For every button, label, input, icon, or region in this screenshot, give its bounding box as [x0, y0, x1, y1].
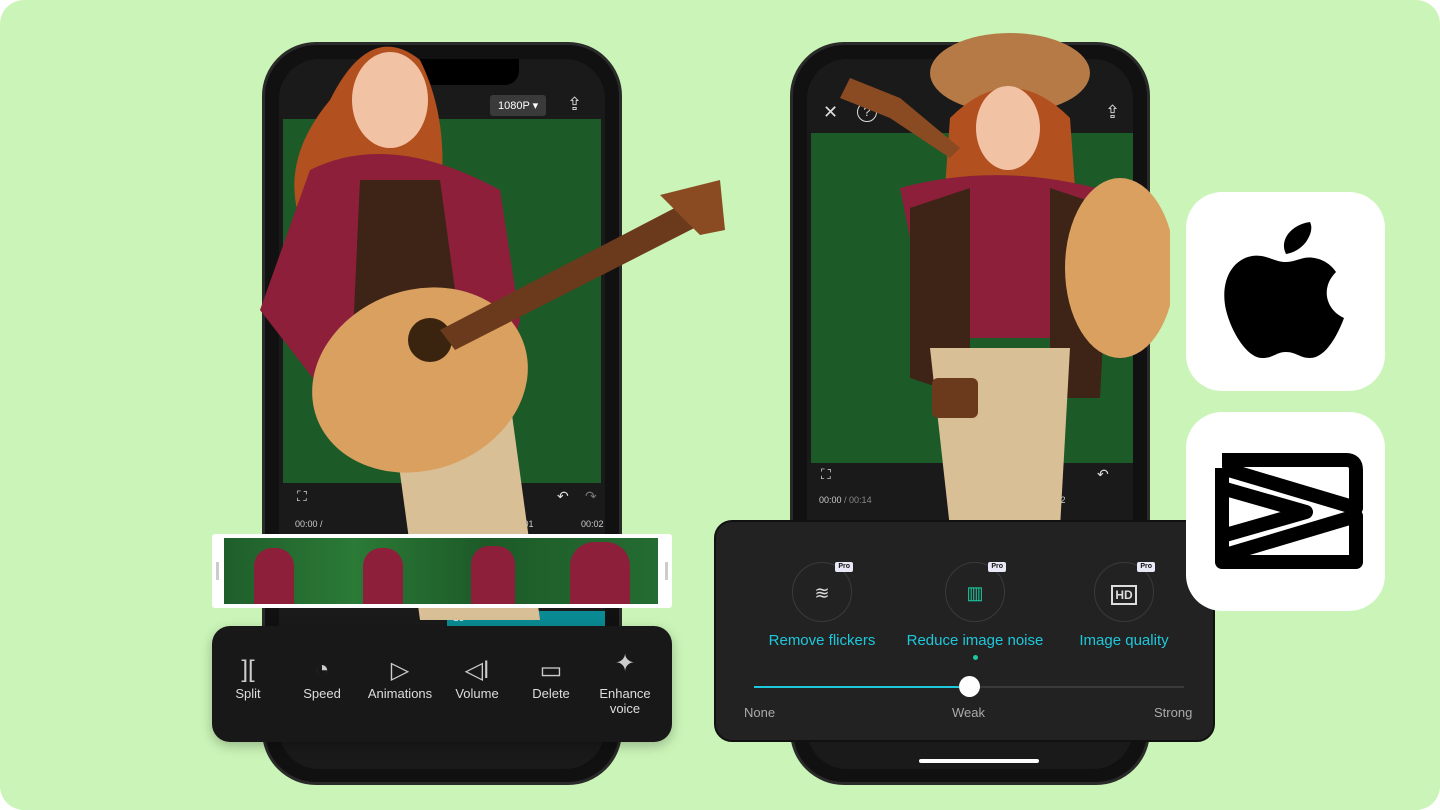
time-current: 00:00: [819, 495, 842, 505]
speed-label: Speed: [303, 686, 341, 701]
pro-badge: Pro: [988, 562, 1006, 572]
enhance-voice-icon: ✦: [614, 650, 636, 677]
volume-label: Volume: [455, 686, 499, 701]
fullscreen-icon[interactable]: ⛶: [821, 467, 831, 481]
enhance-voice-label: Enhance voice: [599, 686, 651, 716]
noise-icon: ▥: [966, 583, 984, 603]
slider-label-weak: Weak: [952, 705, 985, 720]
trim-handle-right[interactable]: [665, 562, 668, 580]
hd-icon: HD: [1111, 585, 1137, 605]
clip-frame: [550, 538, 659, 604]
reduce-image-noise-option[interactable]: ▥ Pro Reduce image noise: [892, 562, 1058, 660]
home-indicator: [919, 759, 1039, 763]
animations-label: Animations: [367, 686, 433, 701]
speed-icon: ◔: [314, 656, 330, 683]
pro-badge: Pro: [1137, 562, 1155, 572]
speed-button[interactable]: ◔ Speed: [282, 656, 362, 701]
apple-app-icon: [1186, 192, 1385, 391]
trim-handle-left[interactable]: [216, 562, 219, 580]
animations-icon: ▷: [390, 657, 410, 684]
slider-label-strong: Strong: [1154, 705, 1193, 720]
remove-flickers-option[interactable]: ≋ Pro Remove flickers: [742, 562, 902, 649]
split-icon: ][: [241, 656, 255, 683]
clip-frame: [441, 538, 550, 604]
clip-frame: [224, 538, 333, 604]
slider-thumb[interactable]: [959, 676, 980, 697]
selected-indicator: [972, 655, 978, 660]
enhance-panel: ≋ Pro Remove flickers ▥ Pro Reduce image n…: [714, 520, 1215, 742]
capcut-logo-icon: [1215, 453, 1363, 569]
option-label: Reduce image noise: [906, 632, 1044, 649]
close-icon[interactable]: ✕: [823, 103, 838, 121]
strength-slider[interactable]: [754, 676, 1184, 697]
person-with-guitar-photo: [260, 46, 725, 620]
delete-label: Delete: [532, 686, 570, 701]
animations-button[interactable]: ▷ Animations: [360, 656, 440, 701]
split-button[interactable]: ][ Split: [208, 656, 288, 701]
enhance-voice-button[interactable]: ✦ Enhance voice: [585, 650, 665, 717]
option-label: Image quality: [1079, 632, 1169, 649]
apple-logo-icon: [1224, 222, 1344, 358]
person-with-hat-photo: [840, 33, 1170, 528]
pro-badge: Pro: [835, 562, 853, 572]
volume-icon: ◁ǀ: [464, 657, 490, 684]
capcut-app-icon: [1186, 412, 1385, 611]
slider-label-none: None: [744, 705, 776, 720]
split-label: Split: [235, 686, 261, 701]
flicker-icon: ≋: [814, 583, 830, 603]
edit-toolbar: ][ Split ◔ Speed ▷ Animations ◁ǀ Volume ▭ Del…: [212, 626, 672, 742]
image-quality-option[interactable]: HD Pro Image quality: [1044, 562, 1204, 649]
delete-icon: ▭: [539, 657, 563, 684]
clip-frame: [333, 538, 442, 604]
slider-fill: [754, 686, 969, 688]
video-clip-timeline[interactable]: [212, 534, 672, 608]
delete-button[interactable]: ▭ Delete: [511, 656, 591, 701]
volume-button[interactable]: ◁ǀ Volume: [437, 656, 517, 701]
option-label: Remove flickers: [768, 632, 876, 649]
